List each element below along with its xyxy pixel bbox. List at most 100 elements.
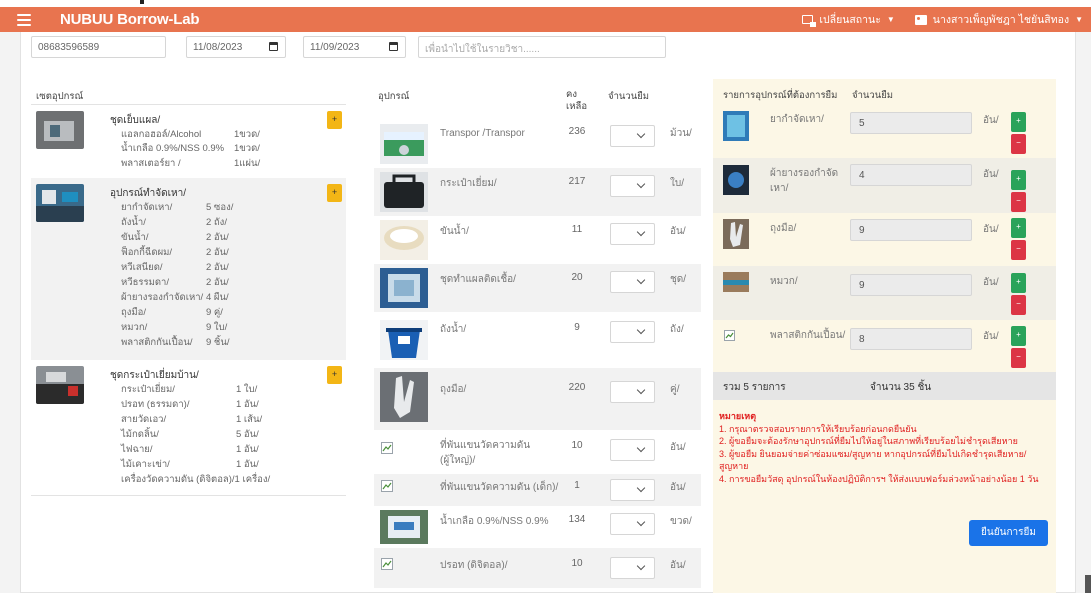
item-stock: 11	[571, 224, 583, 235]
phone-value: 08683596589	[38, 42, 100, 53]
remark-line: 4. การขอยืมวัสดุ อุปกรณ์ในห้องปฏิบัติการ…	[719, 473, 1039, 484]
cart-qty-value: 4	[859, 170, 865, 181]
date-to-value: 11/09/2023	[310, 42, 360, 53]
app-title: NUBUU Borrow-Lab	[60, 11, 200, 28]
item-unit: ใบ/	[670, 178, 685, 189]
set-line-qty: 5 ซอง/	[206, 202, 234, 213]
increase-qty-button[interactable]: +	[1011, 218, 1026, 238]
borrow-qty-select[interactable]	[610, 479, 655, 501]
item-unit: คู่/	[670, 384, 680, 395]
add-set-button[interactable]: +	[327, 111, 342, 129]
set-line-name: เครื่องวัดความดัน (ดิจิตอล)/	[121, 474, 235, 485]
cart-item-unit: อัน/	[983, 277, 999, 288]
cart-qty-value: 9	[859, 280, 865, 291]
borrow-qty-select[interactable]	[610, 125, 655, 147]
set-line-name: ไม้เคาะเข่า/	[121, 459, 170, 470]
set-line-name: ยากำจัดเหา/	[121, 202, 173, 213]
add-set-button[interactable]: +	[327, 366, 342, 384]
borrow-qty-select[interactable]	[610, 321, 655, 343]
item-row: ถุงมือ/ 220 คู่/	[374, 368, 701, 430]
borrow-qty-select[interactable]	[610, 223, 655, 245]
switch-window-icon	[802, 15, 817, 27]
cart-summary: รวม 5 รายการ จำนวน 35 ชิ้น	[713, 372, 1056, 400]
calendar-icon[interactable]	[269, 42, 278, 51]
decrease-qty-button[interactable]: −	[1011, 295, 1026, 315]
decrease-qty-button[interactable]: −	[1011, 134, 1026, 154]
set-line-name: ถุงมือ/	[121, 307, 146, 318]
set-line: ไม้กดลิ้น/5 อัน/	[121, 427, 259, 442]
borrow-qty-select[interactable]	[610, 439, 655, 461]
date-from-value: 11/08/2023	[193, 42, 243, 53]
gloves-image	[380, 372, 428, 422]
item-row: ที่พันแขนวัดความดัน (เด็ก)/ 1 อัน/	[374, 474, 701, 506]
scrollbar[interactable]	[1085, 575, 1091, 593]
user-menu[interactable]: นางสาวเพ็ญพัชฎา ไชยันสิทอง ▼	[914, 11, 1083, 28]
decrease-qty-button[interactable]: −	[1011, 240, 1026, 260]
chevron-down-icon	[636, 179, 646, 189]
gloves-image	[723, 219, 749, 249]
item-row: Transpor /Transpor 236 ม้วน/	[374, 120, 701, 168]
set-line-qty: 1 อัน/	[236, 399, 259, 410]
item-name: Transpor /Transpor	[440, 128, 525, 139]
cart-thumbnail	[723, 111, 749, 141]
set-card: ชุดกระเป๋าเยี่ยมบ้าน/ กระเป๋าเยี่ยม/1 ใบ…	[31, 360, 346, 495]
increase-qty-button[interactable]: +	[1011, 326, 1026, 346]
summary-count: จำนวน 35 ชิ้น	[870, 382, 932, 393]
set-line: ไม้เคาะเข่า/1 อัน/	[121, 457, 259, 472]
set-card: อุปกรณ์ทำจัดเหา/ ยากำจัดเหา/5 ซอง/ ถังน้…	[31, 178, 346, 360]
increase-qty-button[interactable]: +	[1011, 112, 1026, 132]
set-line: ยากำจัดเหา/5 ซอง/	[121, 200, 233, 215]
cart-qty-input[interactable]: 5	[850, 112, 972, 134]
borrow-qty-select[interactable]	[610, 513, 655, 535]
item-stock: 217	[568, 176, 586, 187]
set-line: ถังน้ำ/2 ถัง/	[121, 215, 227, 230]
set-line: ผ้ายางรองกำจัดเหา/4 ผืน/	[121, 290, 229, 305]
item-stock: 10	[571, 440, 583, 451]
borrow-qty-select[interactable]	[610, 381, 655, 403]
cart-qty-input[interactable]: 9	[850, 219, 972, 241]
phone-field[interactable]: 08683596589	[31, 36, 166, 58]
set-line-qty: 2 อัน/	[206, 247, 229, 258]
cart-qty-input[interactable]: 8	[850, 328, 972, 350]
date-to-field[interactable]: 11/09/2023	[303, 36, 406, 58]
cart-item-name: หมวก/	[770, 276, 798, 287]
add-set-button[interactable]: +	[327, 184, 342, 202]
purpose-placeholder: เพื่อนำไปใช้ในรายวิชา......	[425, 44, 540, 55]
set-line: หวีเสนียด/2 อัน/	[121, 260, 229, 275]
item-row: ถังน้ำ/ 9 ถัง/	[374, 316, 701, 364]
cart-thumbnail	[723, 272, 749, 292]
cart-qty-input[interactable]: 9	[850, 274, 972, 296]
calendar-icon[interactable]	[389, 42, 398, 51]
item-name: ถุงมือ/	[440, 384, 467, 395]
summary-items: รวม 5 รายการ	[723, 382, 786, 393]
item-thumbnail	[380, 172, 428, 212]
user-name: นางสาวเพ็ญพัชฎา ไชยันสิทอง	[932, 14, 1070, 26]
decrease-qty-button[interactable]: −	[1011, 348, 1026, 368]
set-line: แอลกอฮอล์/Alcohol 1ขวด/	[121, 127, 260, 142]
saline-bottle-image	[380, 510, 428, 544]
change-status-menu[interactable]: เปลี่ยนสถานะ ▼	[802, 11, 895, 28]
increase-qty-button[interactable]: +	[1011, 273, 1026, 293]
increase-qty-button[interactable]: +	[1011, 170, 1026, 190]
item-name: ชุดทำแผลติดเชื้อ/	[440, 274, 516, 285]
confirm-borrow-button[interactable]: ยืนยันการยืม	[969, 520, 1048, 546]
user-card-icon	[914, 14, 927, 25]
purpose-input[interactable]: เพื่อนำไปใช้ในรายวิชา......	[418, 36, 666, 58]
borrow-qty-select[interactable]	[610, 175, 655, 197]
borrow-qty-select[interactable]	[610, 557, 655, 579]
cart-qty-input[interactable]: 4	[850, 164, 972, 186]
item-stock: 220	[568, 382, 586, 393]
set-line-name: หวีธรรมดา/	[121, 277, 170, 288]
cap-image	[723, 272, 749, 292]
cart-thumbnail	[723, 165, 749, 195]
set-line-qty: 1ขวด/	[234, 129, 260, 140]
borrow-qty-select[interactable]	[610, 271, 655, 293]
date-from-field[interactable]: 11/08/2023	[186, 36, 286, 58]
hamburger-menu-icon[interactable]	[17, 13, 31, 26]
decrease-qty-button[interactable]: −	[1011, 192, 1026, 212]
cart-item-unit: อัน/	[983, 224, 999, 235]
item-stock: 9	[574, 322, 580, 333]
transpore-tape-image	[380, 124, 428, 164]
set-line-qty: 1 อัน/	[236, 459, 259, 470]
set-line-name: น้ำเกลือ 0.9%/NSS 0.9%	[121, 143, 225, 154]
